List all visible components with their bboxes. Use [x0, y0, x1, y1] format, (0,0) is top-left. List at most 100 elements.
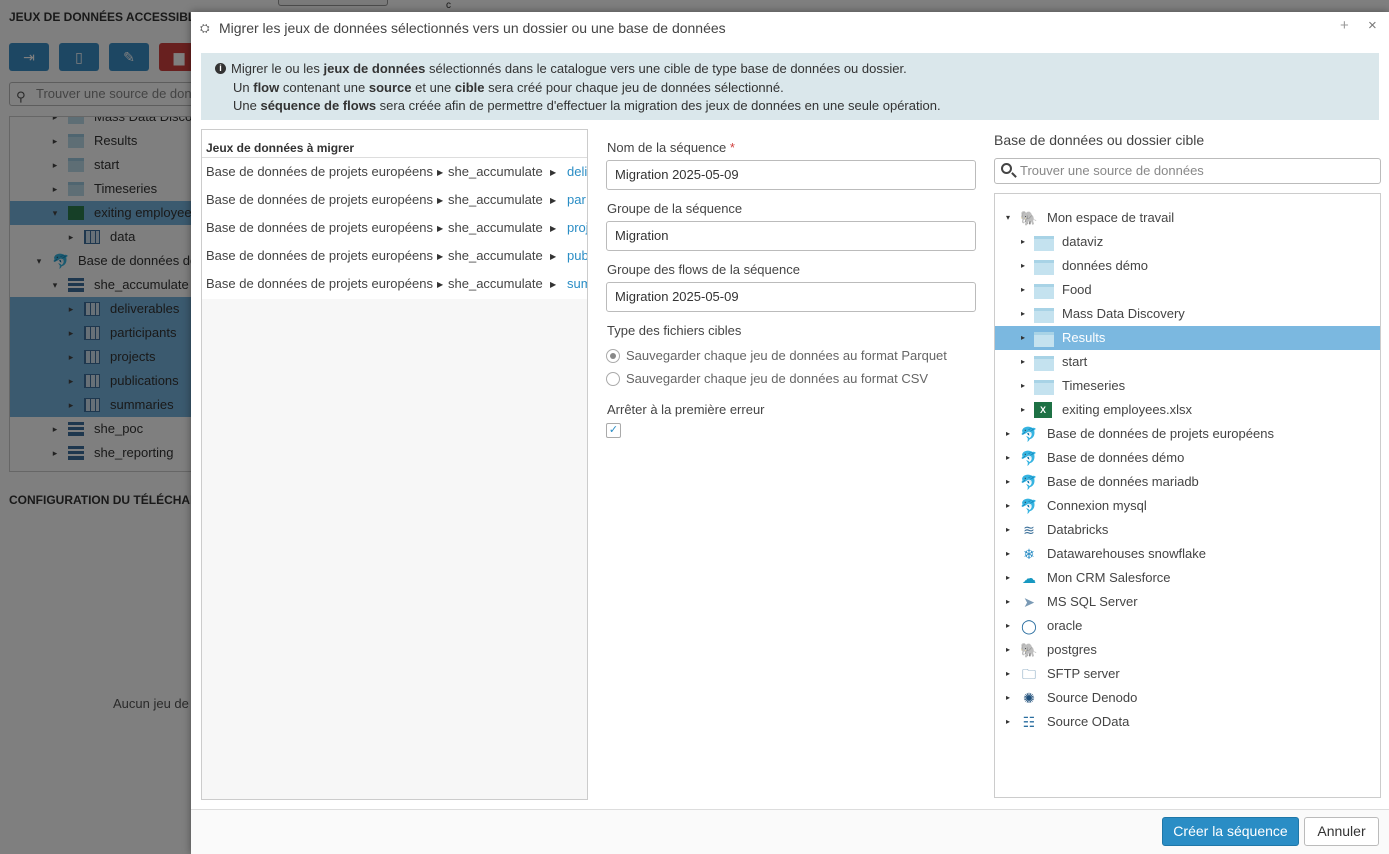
toggle-icon[interactable]: ▸ [1003, 518, 1013, 542]
dataset-database: Base de données de projets européens [206, 248, 433, 263]
create-sequence-button[interactable]: Créer la séquence [1162, 817, 1299, 846]
target-tree-item[interactable]: ▸ ◯ oracle [995, 614, 1380, 638]
mysql-dolphin-icon: 🐬 [1020, 426, 1038, 442]
dataset-schema: she_accumulate [448, 276, 543, 291]
toggle-icon[interactable]: ▸ [1003, 494, 1013, 518]
dataset-schema: she_accumulate [448, 192, 543, 207]
target-tree-item[interactable]: ▸ start [995, 350, 1380, 374]
folder-icon [1034, 380, 1054, 395]
target-tree-item[interactable]: ▸ ❄ Datawarehouses snowflake [995, 542, 1380, 566]
target-tree-label: SFTP server [1047, 666, 1120, 681]
odata-icon: ☷ [1022, 714, 1036, 730]
target-tree-label: Timeseries [1062, 378, 1126, 393]
target-tree-item[interactable]: ▸ ✺ Source Denodo [995, 686, 1380, 710]
target-tree-label: dataviz [1062, 234, 1104, 249]
toggle-icon[interactable]: ▸ [1003, 686, 1013, 710]
target-tree-item[interactable]: ▸ ➤ MS SQL Server [995, 590, 1380, 614]
toggle-icon[interactable]: ▸ [1003, 566, 1013, 590]
dataset-table[interactable]: pub [567, 242, 587, 270]
toggle-icon[interactable]: ▸ [1018, 350, 1028, 374]
target-tree-item[interactable]: ▸ 🐬 Base de données démo [995, 446, 1380, 470]
breadcrumb-arrow-icon: ▶ [437, 280, 444, 289]
target-tree-item[interactable]: ▸ Timeseries [995, 374, 1380, 398]
toggle-icon[interactable]: ▸ [1018, 326, 1028, 350]
toggle-icon[interactable]: ▸ [1018, 374, 1028, 398]
postgres-icon: 🐘 [1020, 642, 1038, 658]
toggle-icon[interactable]: ▸ [1018, 278, 1028, 302]
toggle-icon[interactable]: ▸ [1018, 302, 1028, 326]
mysql-icon: 🐬 [1020, 498, 1038, 514]
toggle-icon[interactable]: ▸ [1003, 638, 1013, 662]
sequence-group-label: Groupe de la séquence [607, 201, 743, 216]
toggle-icon[interactable]: ▸ [1003, 422, 1013, 446]
close-icon[interactable]: × [1368, 17, 1377, 34]
toggle-icon[interactable]: ▸ [1003, 446, 1013, 470]
dataset-database: Base de données de projets européens [206, 192, 433, 207]
toggle-icon[interactable]: ▸ [1003, 710, 1013, 734]
breadcrumb-arrow-icon: ▶ [437, 196, 444, 205]
target-tree-item[interactable]: ▸ Food [995, 278, 1380, 302]
target-tree-item[interactable]: ▸ 🐬 Connexion mysql [995, 494, 1380, 518]
target-tree-label: Food [1062, 282, 1092, 297]
sql-server-icon: ➤ [1023, 594, 1035, 610]
target-tree-item[interactable]: ▸ données démo [995, 254, 1380, 278]
target-tree-item[interactable]: ▸ ≋ Databricks [995, 518, 1380, 542]
toggle-icon[interactable]: ▸ [1018, 230, 1028, 254]
toggle-icon[interactable]: ▸ [1003, 614, 1013, 638]
flows-group-input[interactable]: Migration 2025-05-09 [606, 282, 976, 312]
target-search-input[interactable]: Trouver une source de données [994, 158, 1381, 184]
datasets-header: Jeux de données à migrer [202, 130, 587, 158]
target-tree-item[interactable]: ▸ Mass Data Discovery [995, 302, 1380, 326]
target-tree-label: start [1062, 354, 1088, 369]
databricks-icon: ≋ [1023, 522, 1035, 538]
target-tree-item[interactable]: ▸ dataviz [995, 230, 1380, 254]
toggle-icon[interactable]: ▾ [1003, 206, 1013, 230]
sequence-group-input[interactable]: Migration [606, 221, 976, 251]
parquet-radio[interactable] [606, 349, 620, 363]
toggle-icon[interactable]: ▸ [1003, 590, 1013, 614]
toggle-icon[interactable]: ▸ [1018, 254, 1028, 278]
dataset-schema: she_accumulate [448, 248, 543, 263]
dataset-row[interactable]: Base de données de projets européens ▶ she… [202, 270, 587, 298]
target-tree-item[interactable]: ▸ ☁ Mon CRM Salesforce [995, 566, 1380, 590]
target-tree-item[interactable]: ▸ ☷ Source OData [995, 710, 1380, 734]
target-tree-item[interactable]: ▸ 🐘 postgres [995, 638, 1380, 662]
csv-radio[interactable] [606, 372, 620, 386]
mysql-dolphin-icon: 🐬 [1020, 450, 1038, 466]
target-tree-item[interactable]: ▸ Results [995, 326, 1380, 350]
toggle-icon[interactable]: ▸ [1018, 398, 1028, 422]
info-line-2: Un flow contenant une source et une cibl… [233, 79, 784, 95]
target-tree-item[interactable]: ▸ 🐬 Base de données mariadb [995, 470, 1380, 494]
target-tree-item[interactable]: ▸ Xexiting employees.xlsx [995, 398, 1380, 422]
dataset-row[interactable]: Base de données de projets européens ▶ she… [202, 214, 587, 242]
dataset-table[interactable]: deli [567, 158, 587, 186]
toggle-icon[interactable]: ▸ [1003, 662, 1013, 686]
sequence-name-input[interactable]: Migration 2025-05-09 [606, 160, 976, 190]
cancel-button[interactable]: Annuler [1304, 817, 1379, 846]
salesforce-icon: ☁ [1022, 570, 1036, 586]
target-tree-item[interactable]: ▸ 🐬 Base de données de projets européens [995, 422, 1380, 446]
target-tree-label: Source Denodo [1047, 690, 1138, 705]
info-icon: i [215, 63, 226, 74]
breadcrumb-arrow-icon: ▶ [437, 168, 444, 177]
toggle-icon[interactable]: ▸ [1003, 470, 1013, 494]
flows-group-label: Groupe des flows de la séquence [607, 262, 800, 277]
target-tree-item[interactable]: ▾ 🐘 Mon espace de travail [995, 206, 1380, 230]
dataset-row[interactable]: Base de données de projets européens ▶ she… [202, 186, 587, 214]
toggle-icon[interactable]: ▸ [1003, 542, 1013, 566]
dataset-table[interactable]: par [567, 186, 586, 214]
dataset-row[interactable]: Base de données de projets européens ▶ she… [202, 242, 587, 270]
target-tree-item[interactable]: ▸ 🗀 SFTP server [995, 662, 1380, 686]
dataset-table[interactable]: sum [567, 270, 587, 298]
target-tree-label: Base de données de projets européens [1047, 426, 1274, 441]
dataset-table[interactable]: proj [567, 214, 587, 242]
stop-on-error-checkbox[interactable]: ✓ [606, 423, 621, 438]
dataset-row[interactable]: Base de données de projets européens ▶ she… [202, 158, 587, 186]
folder-icon [1034, 356, 1054, 371]
dialog-header: ⛭ Migrer les jeux de données sélectionné… [191, 12, 1389, 46]
check-icon: ✓ [608, 424, 619, 436]
maximize-icon[interactable]: + [1340, 17, 1349, 34]
info-line-1: Migrer le ou les jeux de données sélecti… [231, 61, 907, 76]
workspace-icon: 🐘 [1020, 210, 1038, 226]
target-tree-label: Base de données démo [1047, 450, 1185, 465]
